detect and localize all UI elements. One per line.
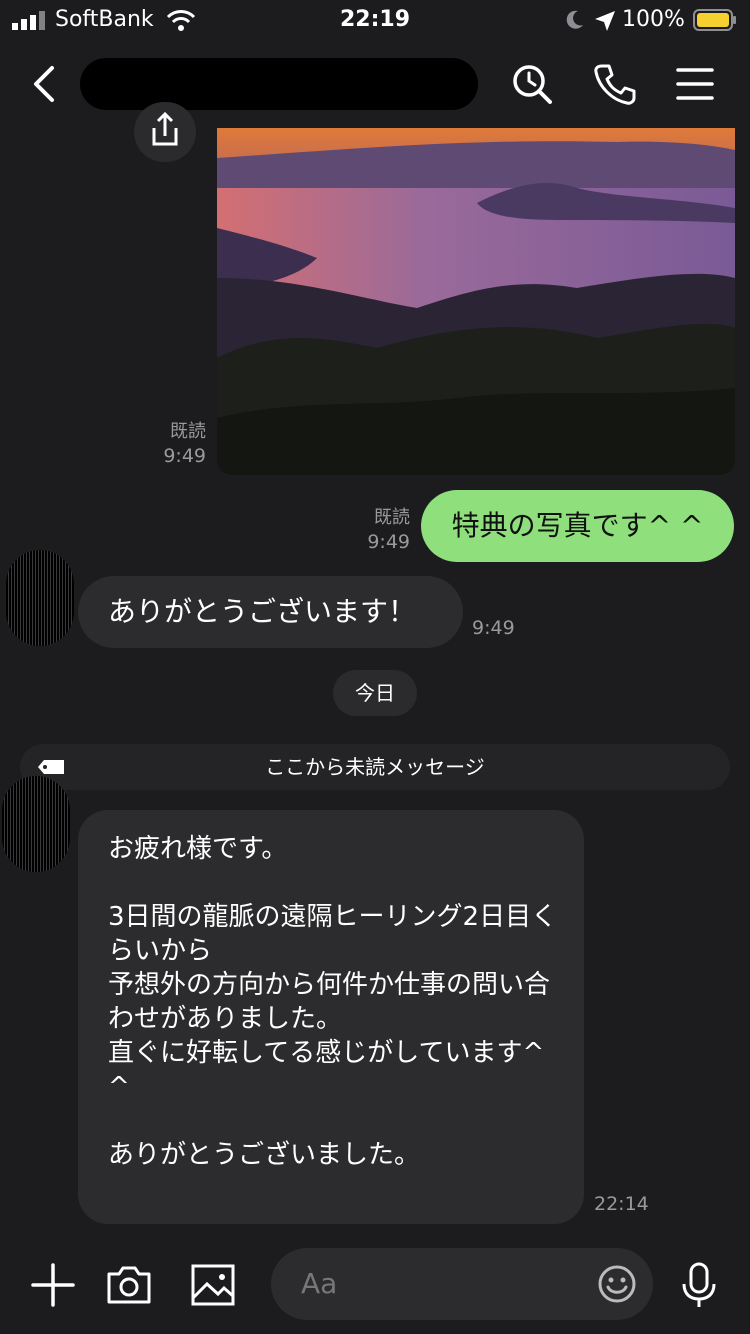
menu-icon[interactable]	[672, 60, 720, 108]
share-button[interactable]	[134, 102, 196, 162]
outgoing-message-bubble[interactable]: 特典の写真です^ ^	[421, 490, 734, 562]
unread-banner-text: ここから未読メッセージ	[265, 755, 485, 779]
read-label: 既読	[170, 421, 206, 442]
incoming-message-bubble[interactable]: お疲れ様です。 3日間の龍脈の遠隔ヒーリング2日目くらいから 予想外の方向から何…	[78, 810, 584, 1224]
timestamp: 9:49	[472, 617, 515, 639]
read-label: 既読	[374, 507, 410, 528]
back-chevron-icon[interactable]	[22, 60, 66, 108]
message-input[interactable]: Aa	[271, 1248, 653, 1320]
timestamp: 9:49	[163, 445, 206, 467]
share-icon	[152, 111, 178, 146]
unread-messages-banner: ここから未読メッセージ	[20, 744, 730, 790]
plus-icon[interactable]	[28, 1260, 78, 1310]
location-arrow-icon	[595, 11, 615, 31]
chat-header	[0, 40, 750, 128]
input-toolbar: Aa	[0, 1232, 750, 1334]
battery-icon	[693, 9, 736, 31]
date-separator: 今日	[333, 670, 417, 716]
timestamp: 9:49	[367, 531, 410, 553]
sent-photo[interactable]	[217, 128, 735, 475]
message-text: お疲れ様です。 3日間の龍脈の遠隔ヒーリング2日目くらいから 予想外の方向から何…	[108, 834, 558, 1170]
search-icon[interactable]	[508, 60, 556, 108]
battery-percent: 100%	[622, 7, 685, 32]
incoming-message-bubble[interactable]: ありがとうございます！	[78, 576, 463, 648]
avatar[interactable]	[6, 550, 74, 646]
timestamp: 22:14	[594, 1193, 649, 1215]
camera-icon[interactable]	[104, 1260, 154, 1310]
landscape-photo	[217, 128, 735, 475]
input-placeholder: Aa	[301, 1267, 338, 1300]
microphone-icon[interactable]	[674, 1260, 724, 1310]
chat-title-redacted	[80, 58, 478, 110]
emoji-icon[interactable]	[597, 1264, 637, 1304]
status-bar: SoftBank 22:19 100%	[0, 0, 750, 40]
image-icon[interactable]	[188, 1260, 238, 1310]
phone-icon[interactable]	[590, 60, 638, 108]
outgoing-read-status: 既読 9:49	[350, 506, 410, 554]
avatar[interactable]	[2, 776, 70, 872]
moon-icon	[566, 10, 583, 29]
photo-read-status: 既読 9:49	[150, 420, 206, 468]
